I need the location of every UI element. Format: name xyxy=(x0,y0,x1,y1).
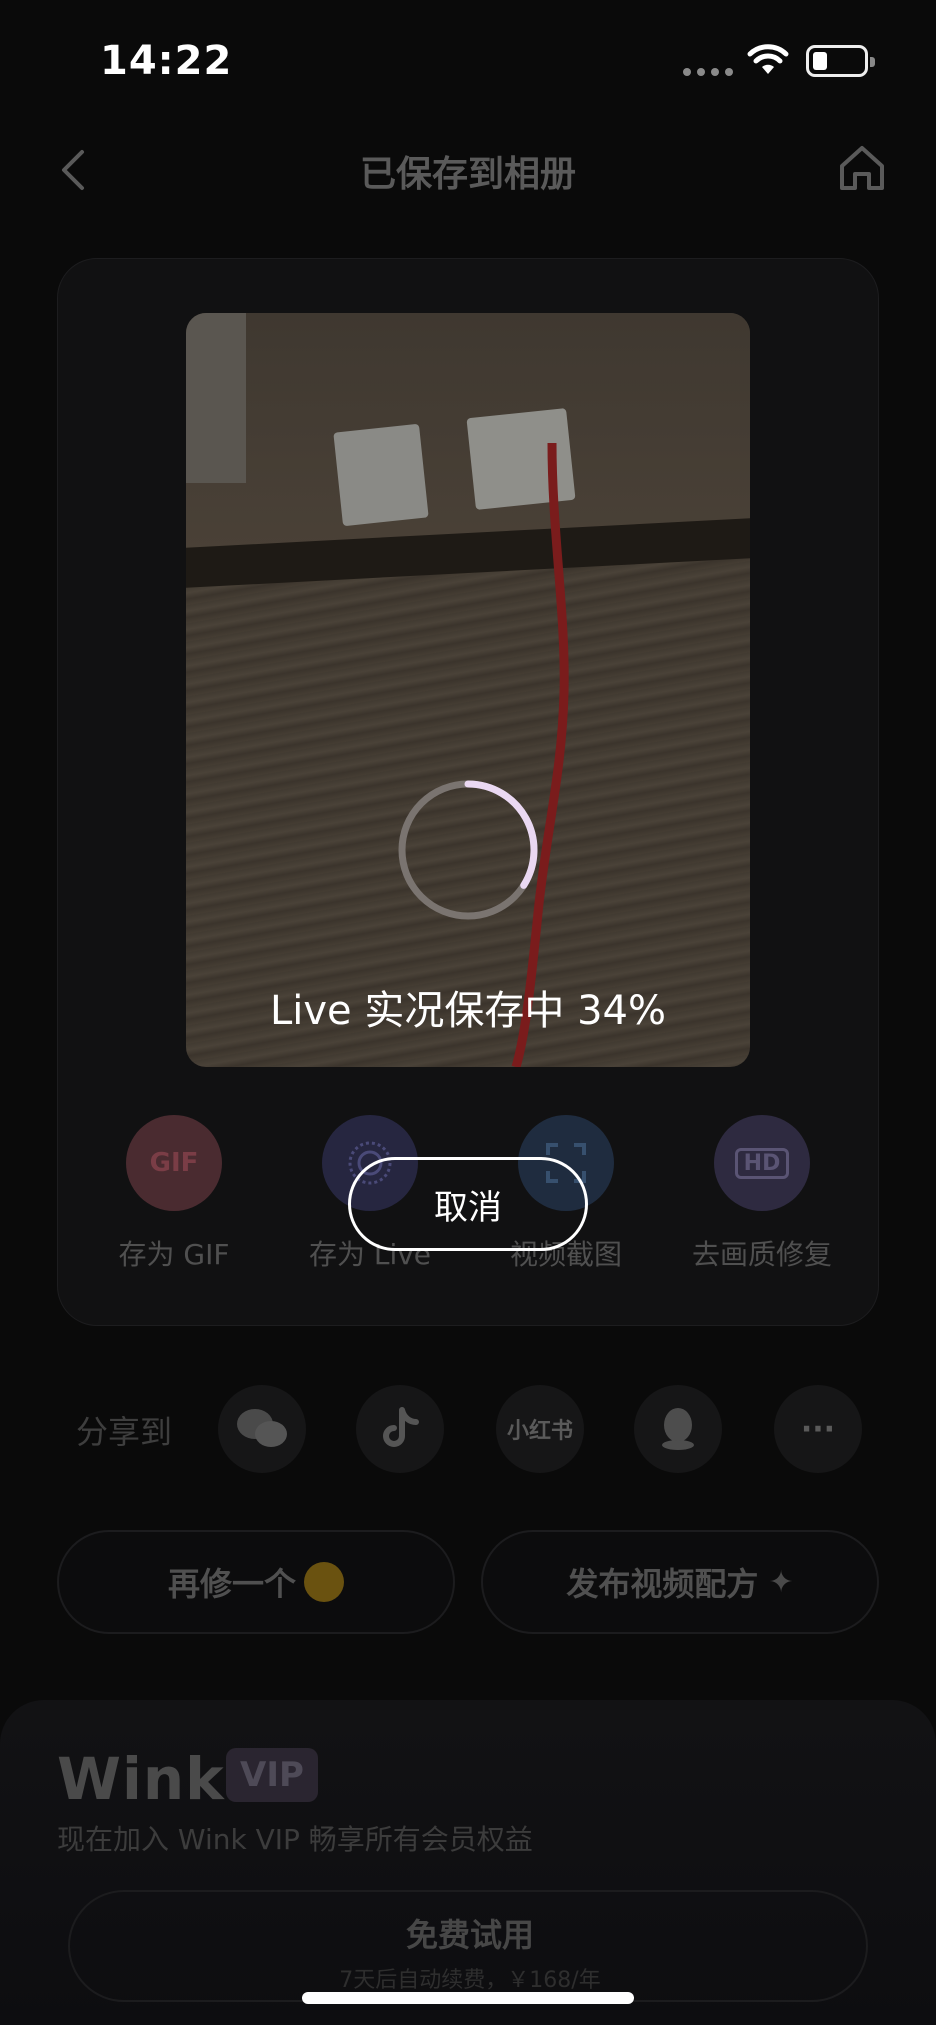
save-progress-text: Live 实况保存中 34% xyxy=(269,988,666,1034)
cable xyxy=(511,442,569,1067)
signal-icon xyxy=(683,68,733,76)
share-row: 分享到 小红书 ··· xyxy=(0,1385,936,1475)
vip-promo-card: Wink VIP 现在加入 Wink VIP 畅享所有会员权益 免费试用 7天后… xyxy=(0,1700,936,2025)
wink-emoji-icon xyxy=(304,1562,344,1602)
more-icon[interactable]: ··· xyxy=(774,1385,862,1473)
battery-icon xyxy=(806,45,875,77)
page-title: 已保存到相册 xyxy=(359,154,576,195)
save-as-gif-button[interactable]: GIF 存为 GIF xyxy=(94,1115,254,1273)
xiaohongshu-icon[interactable]: 小红书 xyxy=(496,1385,584,1473)
home-indicator xyxy=(302,1992,634,2004)
free-trial-label: 免费试用 xyxy=(405,1916,534,1954)
progress-spinner xyxy=(398,780,538,920)
wifi-icon xyxy=(747,44,789,74)
video-preview xyxy=(186,313,750,1067)
vip-badge: VIP xyxy=(226,1748,318,1802)
wechat-icon[interactable] xyxy=(218,1385,306,1473)
status-time: 14:22 xyxy=(100,38,233,84)
cancel-button[interactable]: 取消 xyxy=(348,1157,588,1251)
qq-icon[interactable] xyxy=(634,1385,722,1473)
action-label: 去画质修复 xyxy=(691,1238,832,1271)
action-label: 存为 GIF xyxy=(118,1238,230,1271)
free-trial-button[interactable]: 免费试用 7天后自动续费，￥168/年 xyxy=(68,1890,868,2002)
nav-bar: 已保存到相册 xyxy=(0,120,936,220)
retouch-again-button[interactable]: 再修一个 xyxy=(57,1530,455,1634)
gif-icon: GIF xyxy=(126,1115,222,1211)
sparkle-icon: ✦ xyxy=(768,1564,794,1600)
home-icon[interactable] xyxy=(836,142,888,194)
quality-repair-button[interactable]: HD 去画质修复 xyxy=(682,1115,842,1273)
douyin-icon[interactable] xyxy=(356,1385,444,1473)
publish-recipe-button[interactable]: 发布视频配方 ✦ xyxy=(481,1530,879,1634)
hd-icon: HD xyxy=(714,1115,810,1211)
share-label: 分享到 xyxy=(76,1413,173,1451)
wink-logo: Wink xyxy=(57,1745,225,1813)
vip-description: 现在加入 Wink VIP 畅享所有会员权益 xyxy=(57,1823,533,1856)
renewal-note: 7天后自动续费，￥168/年 xyxy=(339,1968,601,1993)
status-bar: 14:22 xyxy=(0,0,936,120)
